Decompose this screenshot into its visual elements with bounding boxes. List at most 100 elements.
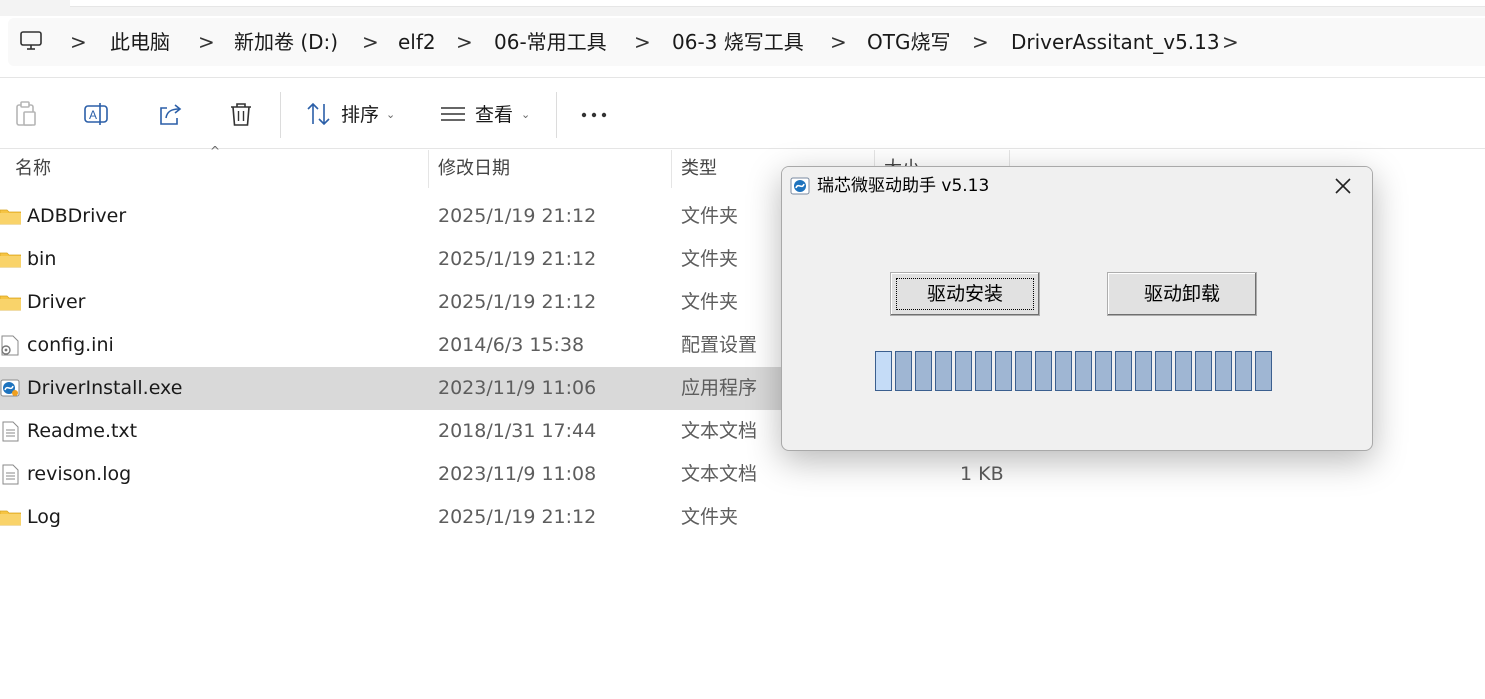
file-date: 2025/1/19 21:12 <box>438 291 597 313</box>
progress-block <box>955 351 972 391</box>
uninstall-driver-button[interactable]: 驱动卸载 <box>1107 272 1257 316</box>
file-size: 1 KB <box>960 463 1004 485</box>
progress-bar <box>875 351 1275 393</box>
computer-icon[interactable] <box>20 30 42 52</box>
progress-block <box>1175 351 1192 391</box>
divider <box>0 148 1485 149</box>
file-date: 2018/1/31 17:44 <box>438 420 597 442</box>
more-options-icon[interactable] <box>580 96 608 132</box>
address-bar[interactable]: > 此电脑 > 新加卷 (D:) > elf2 > 06-常用工具 > 06-3… <box>8 18 1485 66</box>
driver-assistant-dialog: 瑞芯微驱动助手 v5.13 驱动安装 驱动卸载 <box>781 166 1373 451</box>
sort-ascending-icon: ^ <box>210 144 221 158</box>
svg-text:A: A <box>89 108 97 122</box>
progress-block <box>995 351 1012 391</box>
progress-block <box>935 351 952 391</box>
file-name: bin <box>27 248 57 270</box>
focus-rectangle <box>896 278 1034 310</box>
file-date: 2025/1/19 21:12 <box>438 205 597 227</box>
progress-block <box>1155 351 1172 391</box>
breadcrumb-common-tools[interactable]: 06-常用工具 <box>494 18 607 66</box>
file-name: DriverInstall.exe <box>27 377 183 399</box>
folder-icon <box>0 292 22 313</box>
file-type: 文件夹 <box>681 205 739 227</box>
column-header-type[interactable]: 类型 <box>681 150 717 190</box>
file-date: 2014/6/3 15:38 <box>438 334 585 356</box>
toolbar-divider <box>556 92 557 138</box>
file-type: 文件夹 <box>681 248 739 270</box>
progress-block <box>1195 351 1212 391</box>
column-header-name[interactable]: 名称 <box>15 150 51 190</box>
progress-block <box>1095 351 1112 391</box>
file-type: 文本文档 <box>681 463 758 485</box>
share-icon[interactable] <box>155 99 185 129</box>
file-name: Driver <box>27 291 86 313</box>
file-name: revison.log <box>27 463 132 485</box>
install-driver-button[interactable]: 驱动安装 <box>890 272 1040 316</box>
config-file-icon <box>0 335 21 356</box>
breadcrumb-elf2[interactable]: elf2 <box>398 18 436 66</box>
column-divider[interactable] <box>428 150 429 188</box>
window-top-strip <box>0 0 1485 16</box>
file-date: 2025/1/19 21:12 <box>438 506 597 528</box>
file-type: 文件夹 <box>681 291 739 313</box>
folder-icon <box>0 249 22 270</box>
app-logo-icon <box>790 177 810 195</box>
file-row[interactable]: revison.log 2023/11/9 11:08 文本文档 1 KB <box>0 453 1485 496</box>
progress-block <box>1115 351 1132 391</box>
file-date: 2023/11/9 11:08 <box>438 463 597 485</box>
chevron-down-icon[interactable]: ⌄ <box>521 82 530 146</box>
progress-block <box>1255 351 1272 391</box>
sort-button[interactable]: 排序 <box>341 82 379 146</box>
view-button[interactable]: 查看 <box>475 82 513 146</box>
text-file-icon <box>0 421 21 442</box>
breadcrumb-this-pc[interactable]: 此电脑 <box>110 18 170 66</box>
progress-block <box>1075 351 1092 391</box>
rename-icon[interactable]: A <box>82 99 112 129</box>
close-icon[interactable] <box>1330 173 1356 199</box>
file-type: 应用程序 <box>681 377 758 399</box>
breadcrumb-flash-tools[interactable]: 06-3 烧写工具 <box>672 18 804 66</box>
progress-block <box>1015 351 1032 391</box>
breadcrumb-driver-assistant[interactable]: DriverAssitant_v5.13 <box>1011 18 1220 66</box>
file-type: 文本文档 <box>681 420 758 442</box>
column-header-date[interactable]: 修改日期 <box>438 150 510 190</box>
toolbar-divider <box>280 92 281 138</box>
column-divider[interactable] <box>671 150 672 188</box>
breadcrumb-drive-d[interactable]: 新加卷 (D:) <box>234 18 338 66</box>
dialog-title: 瑞芯微驱动助手 v5.13 <box>817 176 990 196</box>
command-toolbar: A 排序 ⌄ 查看 ⌄ <box>0 82 1485 146</box>
progress-block <box>1055 351 1072 391</box>
breadcrumb-otg-flash[interactable]: OTG烧写 <box>867 18 950 66</box>
file-type: 配置设置 <box>681 334 758 356</box>
progress-block <box>895 351 912 391</box>
breadcrumb-chevron-icon[interactable]: > <box>972 18 989 66</box>
progress-block <box>1215 351 1232 391</box>
breadcrumb-chevron-icon[interactable]: > <box>634 18 651 66</box>
divider <box>0 77 1485 78</box>
file-name: config.ini <box>27 334 114 356</box>
dialog-title-bar[interactable]: 瑞芯微驱动助手 v5.13 <box>782 167 1372 205</box>
file-date: 2025/1/19 21:12 <box>438 248 597 270</box>
file-name: ADBDriver <box>27 205 127 227</box>
breadcrumb-chevron-icon[interactable]: > <box>1222 18 1239 66</box>
file-date: 2023/11/9 11:06 <box>438 377 597 399</box>
paste-icon[interactable] <box>11 99 41 129</box>
progress-block <box>875 351 892 391</box>
breadcrumb-chevron-icon[interactable]: > <box>362 18 379 66</box>
chevron-down-icon[interactable]: ⌄ <box>386 82 395 146</box>
progress-block <box>915 351 932 391</box>
folder-icon <box>0 507 22 528</box>
folder-icon <box>0 206 22 227</box>
breadcrumb-chevron-icon[interactable]: > <box>830 18 847 66</box>
breadcrumb-chevron-icon[interactable]: > <box>70 18 87 66</box>
file-row[interactable]: DriverInstall.exe 2023/11/9 11:06 应用程序 <box>0 367 790 410</box>
file-name: Readme.txt <box>27 420 138 442</box>
progress-block <box>1235 351 1252 391</box>
view-icon[interactable] <box>438 99 468 129</box>
sort-icon[interactable] <box>304 99 334 129</box>
file-row[interactable]: Log 2025/1/19 21:12 文件夹 <box>0 496 1485 539</box>
progress-block <box>1035 351 1052 391</box>
breadcrumb-chevron-icon[interactable]: > <box>456 18 473 66</box>
delete-icon[interactable] <box>226 99 256 129</box>
breadcrumb-chevron-icon[interactable]: > <box>198 18 215 66</box>
